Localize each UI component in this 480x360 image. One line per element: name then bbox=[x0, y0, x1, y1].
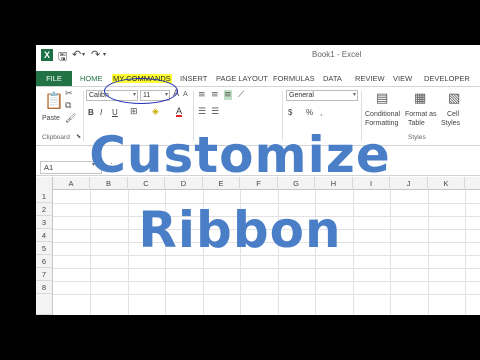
tab-file[interactable]: FILE bbox=[36, 71, 72, 86]
top-black-bar bbox=[0, 0, 480, 45]
copy-icon[interactable]: ⧉ bbox=[65, 101, 71, 111]
grid-line bbox=[53, 281, 480, 282]
title-bar: X 🖫 ↶ ▾ ↷ ▾ Book1 - Excel bbox=[36, 45, 480, 71]
row-header[interactable]: 7 bbox=[36, 268, 53, 281]
paste-icon[interactable]: 📋 bbox=[44, 91, 64, 110]
tab-formulas[interactable]: FORMULAS bbox=[273, 71, 315, 86]
font-color-button[interactable]: A bbox=[176, 107, 183, 117]
bold-button[interactable]: B bbox=[88, 108, 94, 117]
cell-styles-icon[interactable]: ▧ bbox=[448, 91, 460, 106]
fill-color-icon[interactable]: ◈ bbox=[152, 107, 159, 117]
cut-icon[interactable]: ✂ bbox=[65, 89, 73, 99]
row-header-partial bbox=[36, 294, 53, 315]
tab-home[interactable]: HOME bbox=[80, 71, 103, 86]
save-icon[interactable]: 🖫 bbox=[58, 48, 67, 67]
align-top-icon[interactable]: ≡ bbox=[198, 90, 206, 100]
tab-review[interactable]: REVIEW bbox=[355, 71, 385, 86]
bottom-black-bar bbox=[0, 315, 480, 360]
excel-logo-icon: X bbox=[41, 49, 53, 61]
tab-developer[interactable]: DEVELOPER bbox=[424, 71, 470, 86]
tab-insert[interactable]: INSERT bbox=[180, 71, 207, 86]
align-left-icon[interactable]: ☰ bbox=[198, 107, 206, 117]
tab-data[interactable]: DATA bbox=[323, 71, 342, 86]
orientation-icon[interactable]: ⟋ bbox=[238, 90, 244, 100]
format-painter-icon[interactable]: 🖌 bbox=[65, 114, 76, 124]
conditional-formatting-icon[interactable]: ▤ bbox=[376, 91, 388, 106]
number-format-value: General bbox=[289, 92, 314, 99]
number-format-select[interactable]: General ▾ bbox=[286, 90, 358, 101]
chevron-down-icon: ▾ bbox=[352, 92, 356, 98]
cell-styles-line1[interactable]: Cell bbox=[447, 111, 459, 118]
customize-qat-icon[interactable]: ▾ bbox=[103, 51, 106, 58]
paste-label[interactable]: Paste bbox=[42, 115, 60, 122]
overlay-title-line1: Customize bbox=[89, 126, 391, 184]
format-as-table-icon[interactable]: ▦ bbox=[414, 91, 426, 106]
grid-line bbox=[53, 294, 480, 295]
underline-button[interactable]: U bbox=[112, 108, 118, 117]
window-title: Book1 - Excel bbox=[312, 50, 362, 59]
italic-button[interactable]: I bbox=[100, 108, 102, 117]
overlay-title-line2: Ribbon bbox=[138, 201, 342, 259]
undo-icon[interactable]: ↶ bbox=[72, 48, 81, 61]
ribbon-tabs: FILE HOME MY COMMANDS INSERT PAGE LAYOUT… bbox=[36, 71, 480, 86]
comma-style-button[interactable]: , bbox=[320, 108, 322, 117]
tab-page-layout[interactable]: PAGE LAYOUT bbox=[216, 71, 268, 86]
currency-button[interactable]: $ bbox=[288, 108, 292, 117]
align-bottom-icon[interactable]: ≡ bbox=[224, 90, 232, 100]
redo-icon[interactable]: ↷ bbox=[91, 48, 100, 61]
my-commands-highlight-circle bbox=[104, 78, 178, 104]
align-middle-icon[interactable]: ≡ bbox=[211, 90, 219, 100]
undo-dropdown-icon[interactable]: ▾ bbox=[82, 51, 85, 58]
row-header[interactable]: 8 bbox=[36, 281, 53, 294]
align-center-icon[interactable]: ☰ bbox=[211, 107, 219, 117]
borders-icon[interactable]: ⊞ bbox=[130, 107, 138, 117]
format-as-table-line1[interactable]: Format as bbox=[405, 111, 437, 118]
conditional-formatting-line1[interactable]: Conditional bbox=[365, 111, 400, 118]
grid-line bbox=[53, 268, 480, 269]
tab-view[interactable]: VIEW bbox=[393, 71, 412, 86]
shrink-font-icon[interactable]: A bbox=[183, 90, 188, 98]
percent-button[interactable]: % bbox=[306, 108, 313, 117]
